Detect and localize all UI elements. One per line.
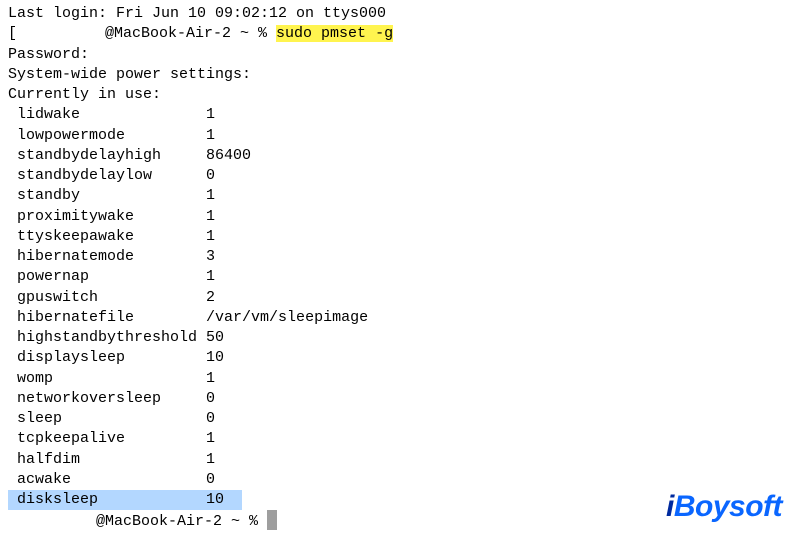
setting-key: halfdim [8, 451, 206, 468]
watermark-suffix: Boysoft [674, 490, 782, 523]
setting-row: womp 1 [8, 369, 792, 389]
setting-key: standby [8, 187, 206, 204]
setting-value: 86400 [206, 147, 251, 164]
setting-key: ttyskeepawake [8, 228, 206, 245]
last-login-text: Last login: Fri Jun 10 09:02:12 on ttys0… [8, 5, 386, 22]
password-prompt-line: Password: [8, 45, 792, 65]
setting-key: standbydelaylow [8, 167, 206, 184]
setting-key: networkoversleep [8, 390, 206, 407]
setting-row: standbydelaylow 0 [8, 166, 792, 186]
setting-row: standbydelayhigh 86400 [8, 146, 792, 166]
setting-row: networkoversleep 0 [8, 389, 792, 409]
setting-row: tcpkeepalive 1 [8, 429, 792, 449]
setting-value: 1 [206, 106, 215, 123]
setting-key: hibernatefile [8, 309, 206, 326]
setting-row: hibernatefile /var/vm/sleepimage [8, 308, 792, 328]
setting-row: displaysleep 10 [8, 348, 792, 368]
setting-value: 1 [206, 268, 215, 285]
setting-value: 1 [206, 228, 215, 245]
entered-command[interactable]: sudo pmset -g [276, 25, 393, 42]
setting-key: acwake [8, 471, 206, 488]
cursor[interactable] [267, 510, 277, 530]
setting-row: highstandbythreshold 50 [8, 328, 792, 348]
setting-row: sleep 0 [8, 409, 792, 429]
setting-row: gpuswitch 2 [8, 288, 792, 308]
setting-value: 1 [206, 451, 215, 468]
watermark-prefix: i [666, 490, 674, 523]
setting-key: gpuswitch [8, 289, 206, 306]
setting-row: ttyskeepawake 1 [8, 227, 792, 247]
setting-key: lidwake [8, 106, 206, 123]
footer-hostname: @MacBook-Air-2 ~ % [96, 513, 267, 530]
setting-row: powernap 1 [8, 267, 792, 287]
setting-value: 1 [206, 370, 215, 387]
prompt-bracket: [ [8, 25, 17, 42]
setting-row: halfdim 1 [8, 450, 792, 470]
setting-value: 1 [206, 127, 215, 144]
setting-row: proximitywake 1 [8, 207, 792, 227]
setting-value: 3 [206, 248, 215, 265]
subheading-text: Currently in use: [8, 86, 161, 103]
setting-key: powernap [8, 268, 206, 285]
setting-value: 0 [206, 471, 215, 488]
heading-text: System-wide power settings: [8, 66, 251, 83]
settings-list: lidwake 1 lowpowermode 1 standbydelayhig… [8, 105, 792, 510]
setting-key: standbydelayhigh [8, 147, 206, 164]
setting-value: 1 [206, 208, 215, 225]
setting-value: 1 [206, 187, 215, 204]
setting-row: lowpowermode 1 [8, 126, 792, 146]
setting-value: 0 [206, 410, 215, 427]
setting-value: 50 [206, 329, 224, 346]
setting-key: sleep [8, 410, 206, 427]
setting-row: lidwake 1 [8, 105, 792, 125]
subheading-line: Currently in use: [8, 85, 792, 105]
setting-key: tcpkeepalive [8, 430, 206, 447]
setting-key: lowpowermode [8, 127, 206, 144]
setting-row: hibernatemode 3 [8, 247, 792, 267]
setting-key: highstandbythreshold [8, 329, 206, 346]
redacted-user [17, 26, 105, 41]
prompt-line: [ @MacBook-Air-2 ~ % sudo pmset -g [8, 24, 792, 44]
setting-value: 0 [206, 390, 215, 407]
setting-key: hibernatemode [8, 248, 206, 265]
setting-key: proximitywake [8, 208, 206, 225]
setting-row: standby 1 [8, 186, 792, 206]
setting-row-highlighted: disksleep 10 [8, 490, 242, 510]
setting-value: 2 [206, 289, 215, 306]
setting-value: 1 [206, 430, 215, 447]
redacted-user-footer [8, 514, 96, 529]
heading-line: System-wide power settings: [8, 65, 792, 85]
setting-key: displaysleep [8, 349, 206, 366]
prompt-hostname: @MacBook-Air-2 ~ % [105, 25, 276, 42]
password-prompt: Password: [8, 46, 89, 63]
setting-value: /var/vm/sleepimage [206, 309, 368, 326]
setting-value: 0 [206, 167, 215, 184]
watermark-logo: iBoysoft [666, 487, 782, 528]
setting-value: 10 [206, 349, 224, 366]
setting-key: womp [8, 370, 206, 387]
last-login-line: Last login: Fri Jun 10 09:02:12 on ttys0… [8, 4, 792, 24]
